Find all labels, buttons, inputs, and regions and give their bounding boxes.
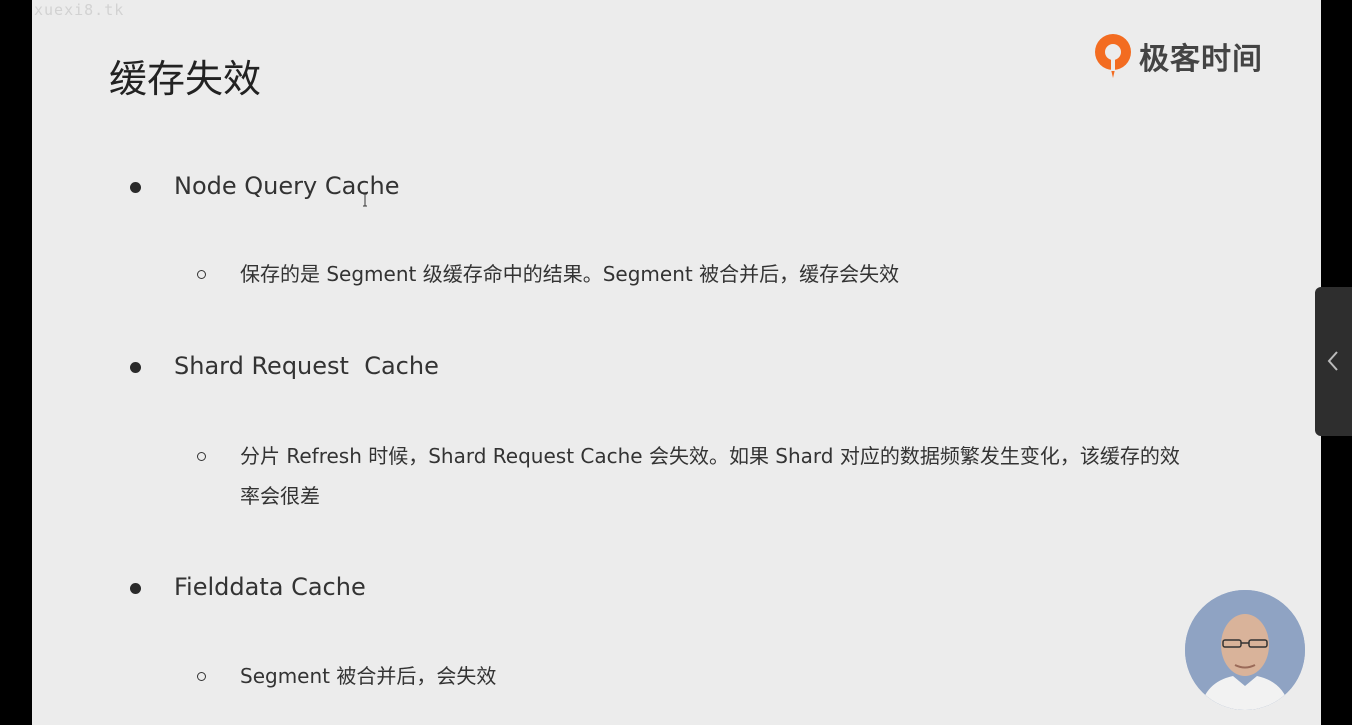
subitem-line: 分片 Refresh 时候，Shard Request Cache 会失效。如果… [240,444,1180,468]
list-item-label: Shard Request Cache [174,352,439,380]
sub-bullet-circle [197,672,206,681]
bullet-dot [130,362,141,373]
logo-text: 极客时间 [1139,42,1263,77]
presenter-icon [1185,590,1305,710]
sub-bullet-circle [197,452,206,461]
subitem-line: 保存的是 Segment 级缓存命中的结果。Segment 被合并后，缓存会失效 [240,262,900,286]
logo: 极客时间 [1093,33,1263,79]
sub-bullet-circle [197,270,206,279]
presenter-video-avatar [1185,590,1305,710]
subitem-line: Segment 被合并后，会失效 [240,664,497,688]
text-cursor-icon [363,193,367,207]
side-panel-toggle[interactable] [1315,287,1352,436]
bullet-dot [130,583,141,594]
chevron-left-icon [1327,351,1338,371]
watermark: xuexi8.tk [34,1,125,19]
geektime-logo-icon [1095,34,1131,78]
bullet-dot [130,182,141,193]
subitem-line: 率会很差 [240,484,320,508]
list-item-label: Fielddata Cache [174,573,366,601]
slide-title: 缓存失效 [109,57,262,101]
